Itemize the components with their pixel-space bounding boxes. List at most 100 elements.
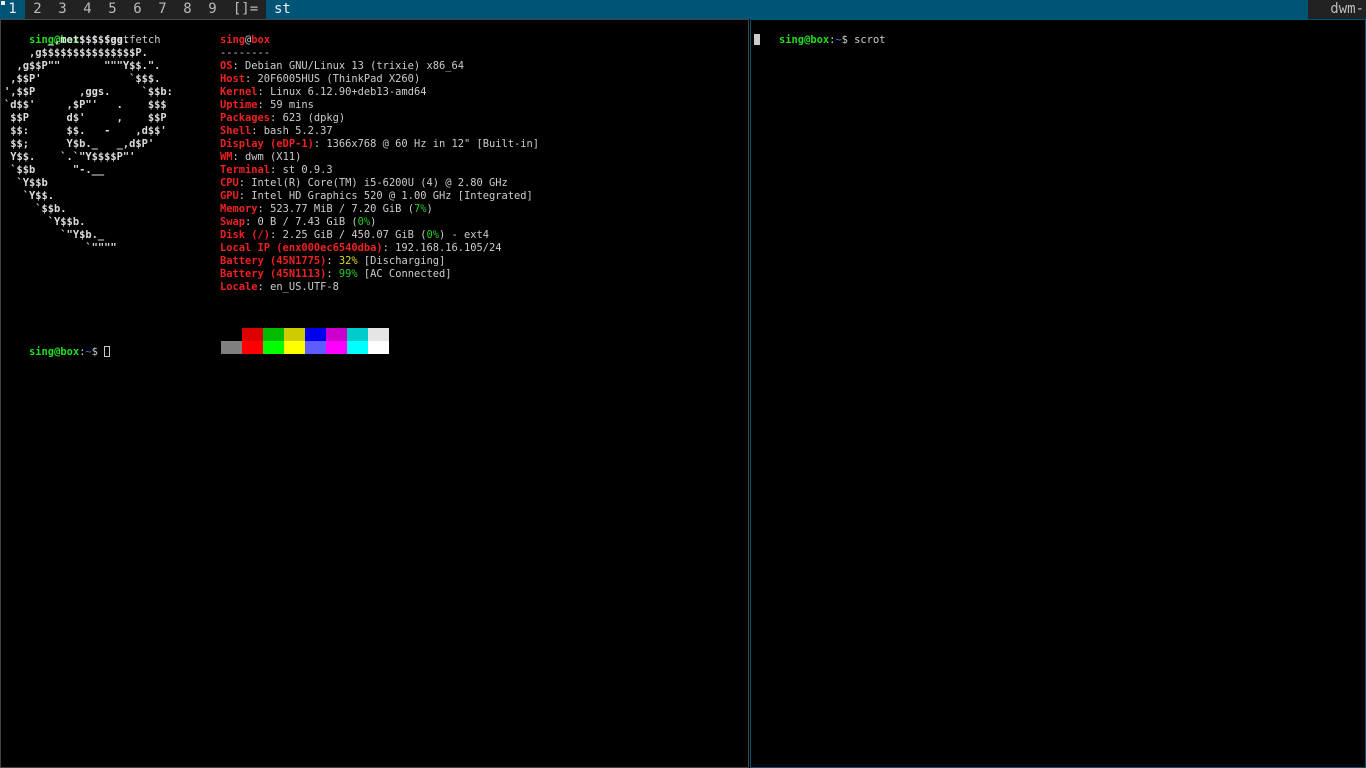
info-row: CPU: Intel(R) Core(TM) i5-6200U (4) @ 2.… (220, 177, 508, 189)
info-separator: -------- (220, 47, 271, 59)
dwm-bar: 123456789[]= st dwm-6.8 (0, 0, 1366, 36)
ascii-line: Y$$. `.`"Y$$$$P"' (4, 151, 136, 163)
info-value-suffix: ) - ext4 (438, 229, 490, 241)
info-value: 1366x768 @ 60 Hz in 12" [Built-in] (326, 138, 540, 150)
info-value: Linux 6.12.90+deb13-amd64 (270, 86, 427, 98)
color-swatch (347, 328, 368, 341)
info-row: Uptime: 59 mins (220, 99, 314, 111)
tag-1[interactable]: 1 (0, 0, 25, 19)
ascii-line: ,g$$P"" """Y$$.". (4, 60, 161, 72)
info-value: 59 mins (270, 99, 314, 111)
info-label: WM (220, 151, 233, 163)
color-swatch (326, 328, 347, 341)
text-cursor (104, 346, 111, 357)
ascii-line: _,met$$$$$gg. (4, 34, 130, 46)
info-row: WM: dwm (X11) (220, 151, 302, 163)
title-host: box (251, 34, 271, 46)
prompt-dollar: $ (91, 346, 98, 358)
color-swatch (263, 341, 284, 354)
ascii-line: `$$b "-.__ (4, 164, 105, 176)
tag-7[interactable]: 7 (150, 0, 175, 19)
color-swatch (221, 328, 242, 341)
tag-2[interactable]: 2 (25, 0, 50, 19)
info-row: Kernel: Linux 6.12.90+deb13-amd64 (220, 86, 427, 98)
status-text: dwm-6.8 (1308, 0, 1366, 36)
tag-4[interactable]: 4 (75, 0, 100, 19)
info-percent: 99% (338, 268, 358, 280)
prompt-line[interactable]: sing@box:~$ scrot (754, 21, 885, 60)
info-percent: 32% (338, 255, 358, 267)
info-label: Display (eDP-1) (220, 138, 314, 150)
fastfetch-info: sing@box -------- OS: Debian GNU/Linux 13 … (220, 34, 539, 294)
tag-9[interactable]: 9 (200, 0, 225, 19)
tag-6[interactable]: 6 (125, 0, 150, 19)
info-row: Packages: 623 (dpkg) (220, 112, 346, 124)
prompt-host: box (810, 34, 830, 46)
info-value: Debian GNU/Linux 13 (trixie) x86_64 (245, 60, 464, 72)
info-row: Display (eDP-1): 1366x768 @ 60 Hz in 12"… (220, 138, 540, 150)
info-label: Locale (220, 281, 258, 293)
tag-5[interactable]: 5 (100, 0, 125, 19)
layout-symbol[interactable]: []= (225, 0, 266, 19)
prompt-host: box (60, 346, 80, 358)
ascii-line: ',$$P ,ggs. `$$b: (4, 86, 173, 98)
info-row: Disk (/): 2.25 GiB / 450.07 GiB (0%) - e… (220, 229, 490, 241)
prompt-line-2[interactable]: sing@box:~$ (4, 333, 111, 372)
info-value: 20F6005HUS (ThinkPad X260) (257, 73, 421, 85)
color-swatch (242, 328, 263, 341)
info-row: Terminal: st 0.9.3 (220, 164, 333, 176)
ascii-line: `Y$$b (4, 177, 48, 189)
command-text: scrot (854, 34, 886, 46)
prompt-user: sing (779, 34, 805, 46)
info-percent: 0% (426, 229, 439, 241)
info-label: Terminal (220, 164, 271, 176)
info-value-suffix: [Discharging] (357, 255, 446, 267)
ascii-line: ,$$P' `$$$. (4, 73, 161, 85)
terminal-window-scrot[interactable]: sing@box:~$ scrot (750, 19, 1366, 768)
color-palette (221, 328, 389, 354)
info-value: 192.168.16.105/24 (395, 242, 502, 254)
debian-logo-ascii: _,met$$$$$gg. ,g$$$$$$$$$$$$$$$P. ,g$$P"… (4, 34, 173, 255)
info-value: en_US.UTF-8 (270, 281, 339, 293)
prompt-user: sing (29, 346, 55, 358)
color-swatch (221, 341, 242, 354)
ascii-line: `"""" (4, 242, 117, 254)
info-value: 623 (dpkg) (282, 112, 346, 124)
info-label: Battery (45N1775) (220, 255, 327, 267)
ascii-line: `$$b. (4, 203, 67, 215)
tag-3[interactable]: 3 (50, 0, 75, 19)
tag-8[interactable]: 8 (175, 0, 200, 19)
ascii-line: $$P d$' , $$P (4, 112, 167, 124)
info-value: st 0.9.3 (282, 164, 333, 176)
info-value-suffix: [AC Connected] (357, 268, 452, 280)
info-label: Swap (220, 216, 246, 228)
info-row: Swap: 0 B / 7.43 GiB (0%) (220, 216, 377, 228)
info-row: Battery (45N1775): 32% [Discharging] (220, 255, 446, 267)
info-value: Intel HD Graphics 520 @ 1.00 GHz [Integr… (251, 190, 533, 202)
info-label: OS (220, 60, 233, 72)
info-row: Memory: 523.77 MiB / 7.20 GiB (7%) (220, 203, 433, 215)
terminal-window-fastfetch[interactable]: sing@box:~$ fastfetch _,met$$$$$gg. ,g$$… (0, 19, 749, 768)
color-swatch (284, 341, 305, 354)
color-swatch (347, 341, 368, 354)
info-percent: 0% (357, 216, 371, 228)
palette-row-normal (221, 328, 389, 341)
ascii-line: `Y$$. (4, 190, 55, 202)
prompt-dollar: $ (841, 34, 848, 46)
info-label: Battery (45N1113) (220, 268, 327, 280)
color-swatch (305, 341, 326, 354)
text-cursor (754, 34, 760, 45)
palette-row-bright (221, 341, 389, 354)
info-label: Uptime (220, 99, 258, 111)
info-label: Packages (220, 112, 271, 124)
ascii-line: $$; Y$b._ _,d$P' (4, 138, 155, 150)
color-swatch (284, 328, 305, 341)
info-label: Shell (220, 125, 252, 137)
info-row: Host: 20F6005HUS (ThinkPad X260) (220, 73, 421, 85)
info-title: sing@box (220, 34, 539, 47)
info-row: GPU: Intel HD Graphics 520 @ 1.00 GHz [I… (220, 190, 533, 202)
info-value: 523.77 MiB / 7.20 GiB ( (270, 203, 414, 215)
color-swatch (326, 341, 347, 354)
info-label: Local IP (enx000ec6540dba) (220, 242, 383, 254)
info-row: Locale: en_US.UTF-8 (220, 281, 339, 293)
